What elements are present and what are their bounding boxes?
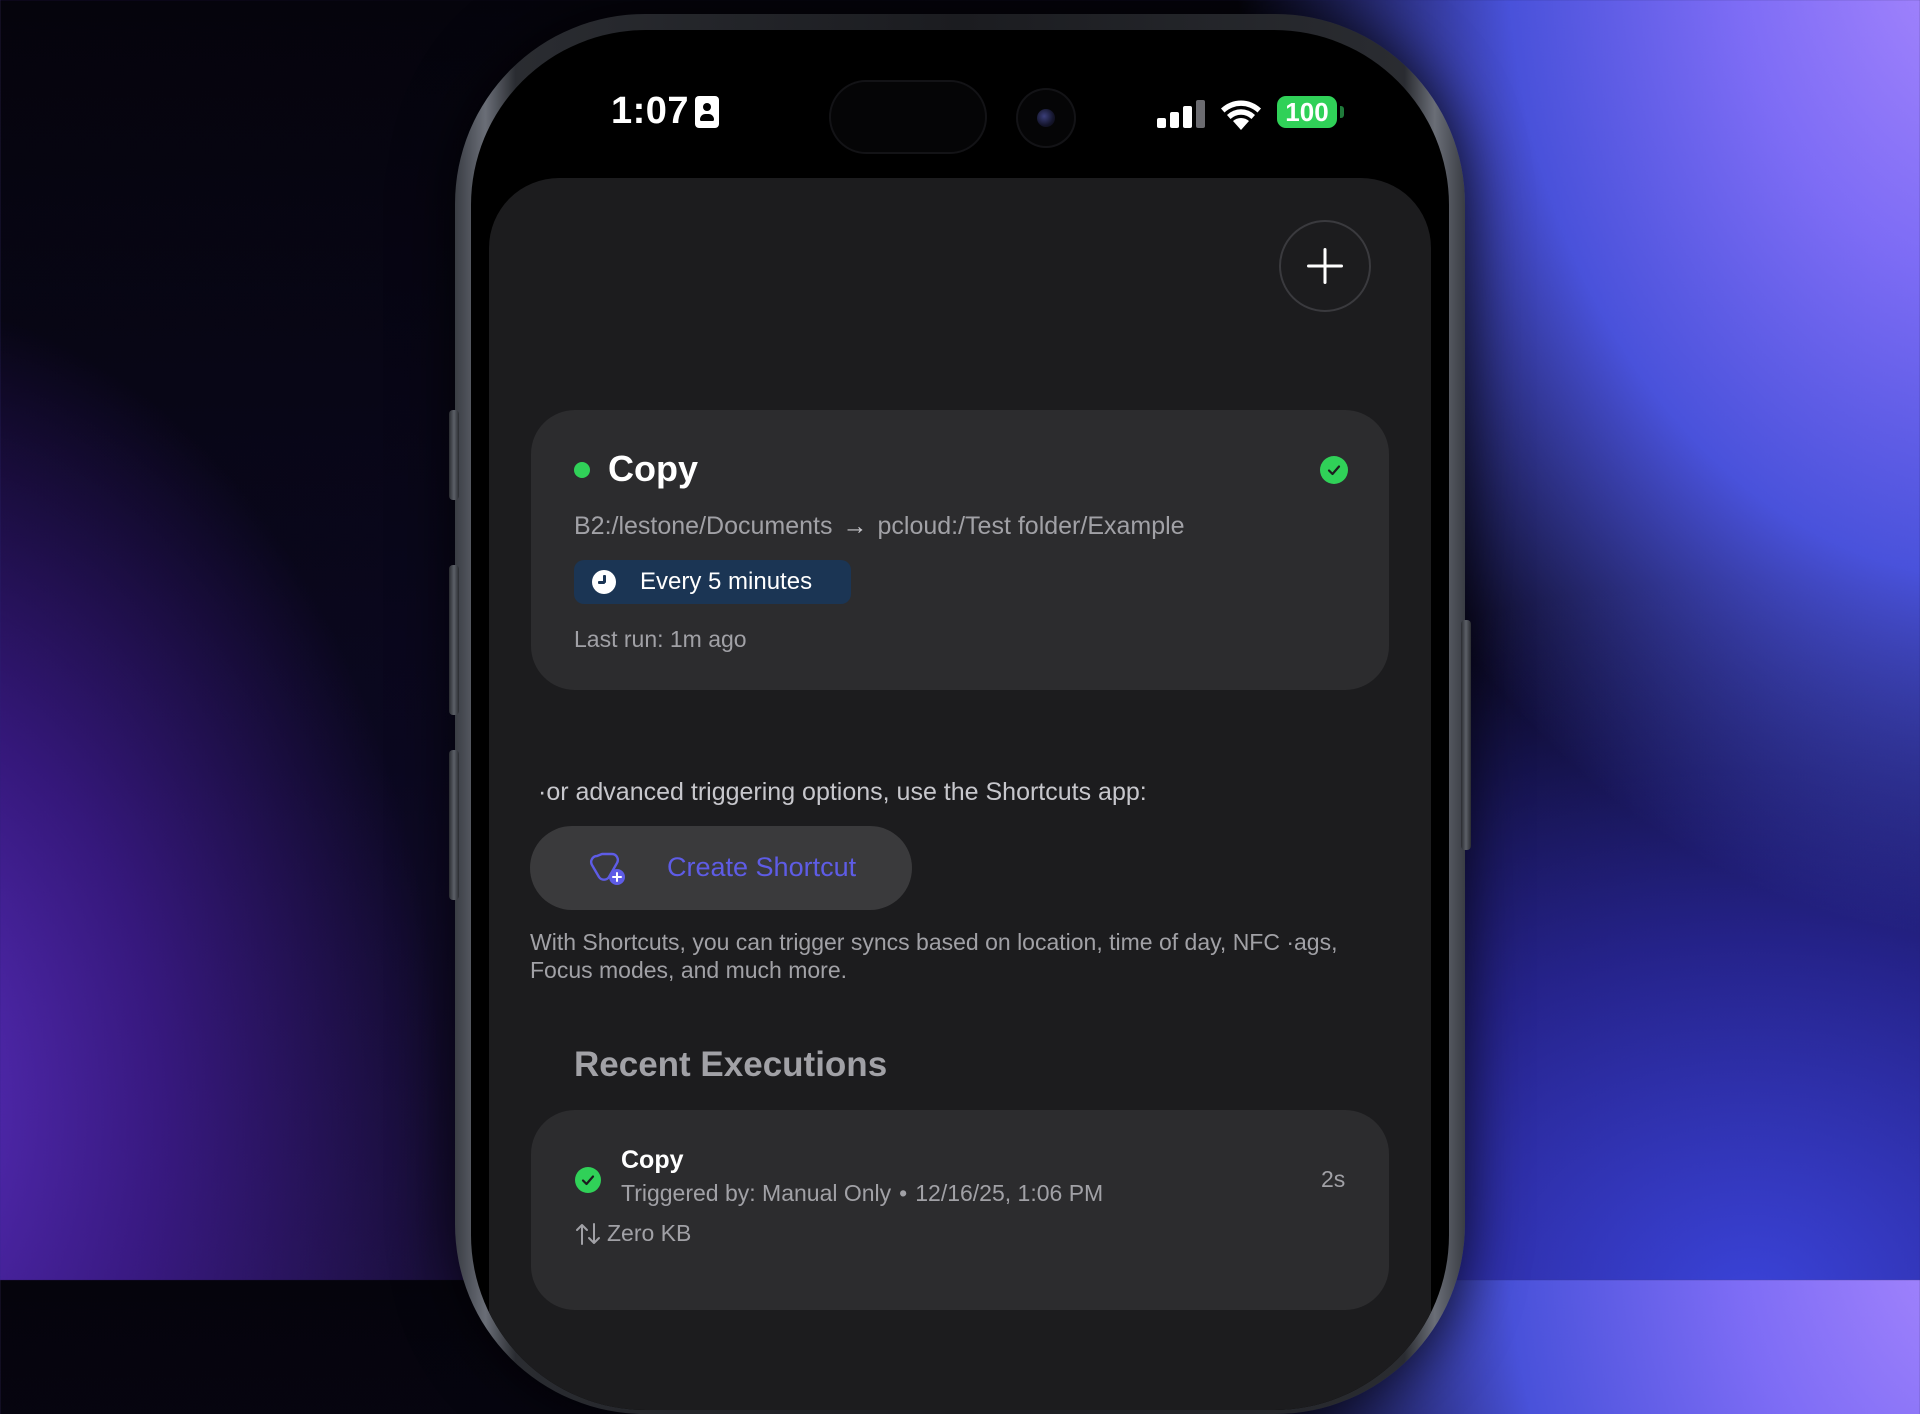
- status-time: 1:07: [611, 90, 690, 132]
- job-title: Copy: [608, 448, 698, 489]
- create-shortcut-button[interactable]: Create Shortcut: [530, 826, 912, 910]
- execution-size-text: Zero KB: [607, 1220, 692, 1246]
- wifi-icon: [1221, 100, 1261, 130]
- status-bar: 1:07 100: [471, 30, 1449, 170]
- arrow-right-icon: →: [842, 512, 868, 540]
- schedule-badge: Every 5 minutes: [574, 560, 851, 604]
- phone-side-button-left-2: [449, 565, 459, 715]
- execution-size: Zero KB: [575, 1220, 691, 1247]
- job-card[interactable]: Copy B2:/lestone/Documents → pcloud:/Test …: [531, 410, 1389, 690]
- cellular-signal-icon: [1157, 100, 1207, 128]
- phone-side-button-right: [1461, 620, 1471, 850]
- add-button[interactable]: [1279, 220, 1371, 312]
- battery-indicator: 100: [1277, 96, 1337, 128]
- recent-executions-title: Recent Executions: [574, 1045, 888, 1084]
- execution-title: Copy: [621, 1146, 684, 1174]
- execution-duration: 2s: [1321, 1166, 1346, 1192]
- job-destination: pcloud:/Test folder/Example: [877, 512, 1185, 540]
- plus-icon: [1307, 248, 1343, 284]
- job-status-dot: [574, 462, 590, 478]
- create-shortcut-label: Create Shortcut: [667, 852, 857, 882]
- transfer-arrows-icon: [576, 1222, 600, 1245]
- battery-tip: [1340, 106, 1344, 118]
- checkmark-icon: [1320, 456, 1348, 484]
- clock-icon: [592, 570, 616, 594]
- job-source: B2:/lestone/Documents: [574, 512, 833, 540]
- execution-trigger-text: Triggered by: Manual Only: [621, 1180, 892, 1206]
- execution-datetime: 12/16/25, 1:06 PM: [915, 1180, 1104, 1206]
- contact-card-icon: [695, 96, 719, 128]
- shortcuts-plus-icon: [590, 852, 625, 885]
- shortcuts-hint: ·or advanced triggering options, use the…: [538, 778, 1147, 806]
- front-camera: [1016, 88, 1076, 148]
- dynamic-island: [829, 80, 987, 154]
- job-path: B2:/lestone/Documents → pcloud:/Test folde…: [574, 512, 1185, 541]
- phone-side-button-left-1: [449, 410, 459, 500]
- last-run-text: Last run: 1m ago: [574, 626, 747, 652]
- execution-item[interactable]: Copy Triggered by: Manual Only • 12/16/25,…: [531, 1110, 1389, 1310]
- shortcuts-description: With Shortcuts, you can trigger syncs ba…: [530, 929, 1338, 983]
- phone-side-button-left-3: [449, 750, 459, 900]
- execution-separator: •: [899, 1180, 908, 1206]
- success-check-icon: [575, 1167, 601, 1193]
- schedule-text: Every 5 minutes: [640, 568, 813, 595]
- execution-trigger: Triggered by: Manual Only • 12/16/25, 1:06…: [621, 1180, 1103, 1207]
